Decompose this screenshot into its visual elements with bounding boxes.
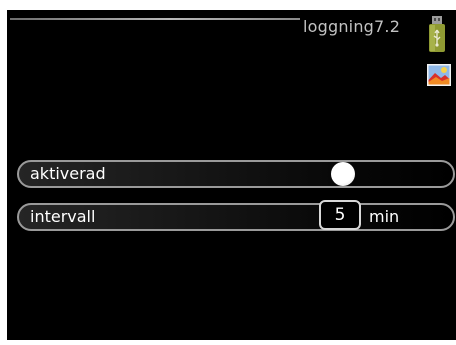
setting-row-intervall[interactable]: intervall 5 min [17,200,455,231]
title-divider [10,18,300,20]
toggle-switch[interactable] [331,162,355,186]
setting-label: aktiverad [30,164,106,183]
setting-label: intervall [30,207,96,226]
screen: loggning7.2 aktiverad intervall 5 min [7,10,456,340]
page-title: loggning7.2 [303,17,401,36]
interval-value-field[interactable]: 5 [319,200,361,230]
image-icon [427,64,451,86]
usb-drive-icon [429,16,445,52]
unit-label: min [369,207,400,226]
setting-row-aktiverad[interactable]: aktiverad [17,160,455,188]
